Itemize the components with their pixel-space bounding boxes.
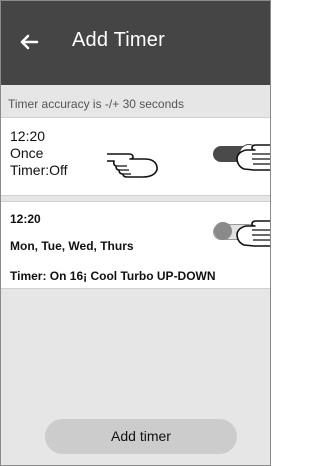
timer-time: 12:20 — [10, 128, 46, 144]
app-frame: Add Timer Timer accuracy is -/+ 30 secon… — [0, 0, 271, 466]
timer-repeat: Mon, Tue, Wed, Thurs — [10, 239, 134, 253]
timer-card[interactable]: 12:20 Once Timer:Off — [1, 117, 270, 196]
timer-toggle-on[interactable] — [213, 144, 259, 164]
timer-card[interactable]: 12:20 Mon, Tue, Wed, Thurs Timer: On 16¡… — [1, 201, 270, 289]
toggle-knob — [239, 144, 259, 164]
toggle-knob — [214, 222, 232, 240]
hand-pointer-icon — [107, 153, 158, 178]
header-bar: Add Timer — [1, 1, 270, 85]
add-timer-button[interactable]: Add timer — [45, 419, 237, 454]
page-title: Add Timer — [72, 29, 165, 51]
timer-time: 12:20 — [10, 212, 41, 226]
timer-detail: Timer: On 16¡ Cool Turbo UP-DOWN — [10, 269, 216, 283]
timer-status: Timer:Off — [10, 162, 68, 178]
accuracy-note: Timer accuracy is -/+ 30 seconds — [8, 97, 184, 111]
back-arrow-icon[interactable] — [19, 34, 39, 50]
timer-toggle-off[interactable] — [213, 222, 257, 240]
timer-repeat: Once — [10, 145, 44, 161]
